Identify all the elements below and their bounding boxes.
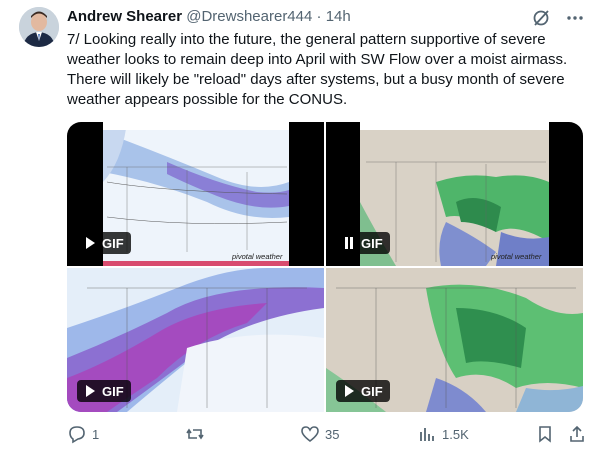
avatar[interactable] [19,7,59,47]
gif-badge[interactable]: GIF [77,232,131,254]
repost-icon [186,428,204,440]
tweet-header-actions [530,7,586,29]
gif-badge[interactable]: GIF [77,380,131,402]
tweet-header: Andrew Shearer @Drewshearer444 · 14h [67,7,351,27]
more-options-icon[interactable] [564,7,586,29]
gif-label: GIF [102,383,124,399]
media-item-1[interactable]: pivotal weather GIF [67,122,324,266]
grok-icon[interactable] [530,7,552,29]
media-item-3[interactable]: GIF [67,268,324,412]
author-name[interactable]: Andrew Shearer [67,8,182,25]
gif-label: GIF [361,383,383,399]
reply-count: 1 [92,426,100,442]
author-handle[interactable]: @Drewshearer444 [186,8,312,25]
bookmark-button[interactable] [535,424,555,444]
gif-label: GIF [361,235,383,251]
action-bar: 1 35 1.5K [67,424,587,448]
media-grid: pivotal weather GIF pivotal weather GIF [67,122,583,412]
tweet-text: 7/ Looking really into the future, the g… [67,31,568,108]
like-button[interactable]: 35 [300,424,339,444]
bookmark-icon [539,426,551,443]
pause-icon[interactable] [343,237,355,249]
reply-button[interactable]: 1 [67,424,99,444]
media-item-4[interactable]: GIF [326,268,583,412]
media-item-2[interactable]: pivotal weather GIF [326,122,583,266]
play-icon[interactable] [84,385,96,397]
play-icon[interactable] [84,237,96,249]
views-button[interactable]: 1.5K [417,424,469,444]
watermark-label: pivotal weather [232,252,283,261]
like-count: 35 [325,426,340,442]
gif-badge[interactable]: GIF [336,380,390,402]
watermark-label: pivotal weather [491,252,542,261]
timestamp[interactable]: 14h [326,8,351,25]
heart-icon [301,426,319,443]
share-icon [570,425,584,442]
repost-button[interactable] [185,424,210,444]
reply-icon [69,426,85,444]
analytics-icon [420,428,434,441]
share-button[interactable] [567,424,587,444]
gif-label: GIF [102,235,124,251]
views-count: 1.5K [442,426,469,442]
gif-badge[interactable]: GIF [336,232,390,254]
play-icon[interactable] [343,385,355,397]
separator-dot: · [316,8,322,25]
